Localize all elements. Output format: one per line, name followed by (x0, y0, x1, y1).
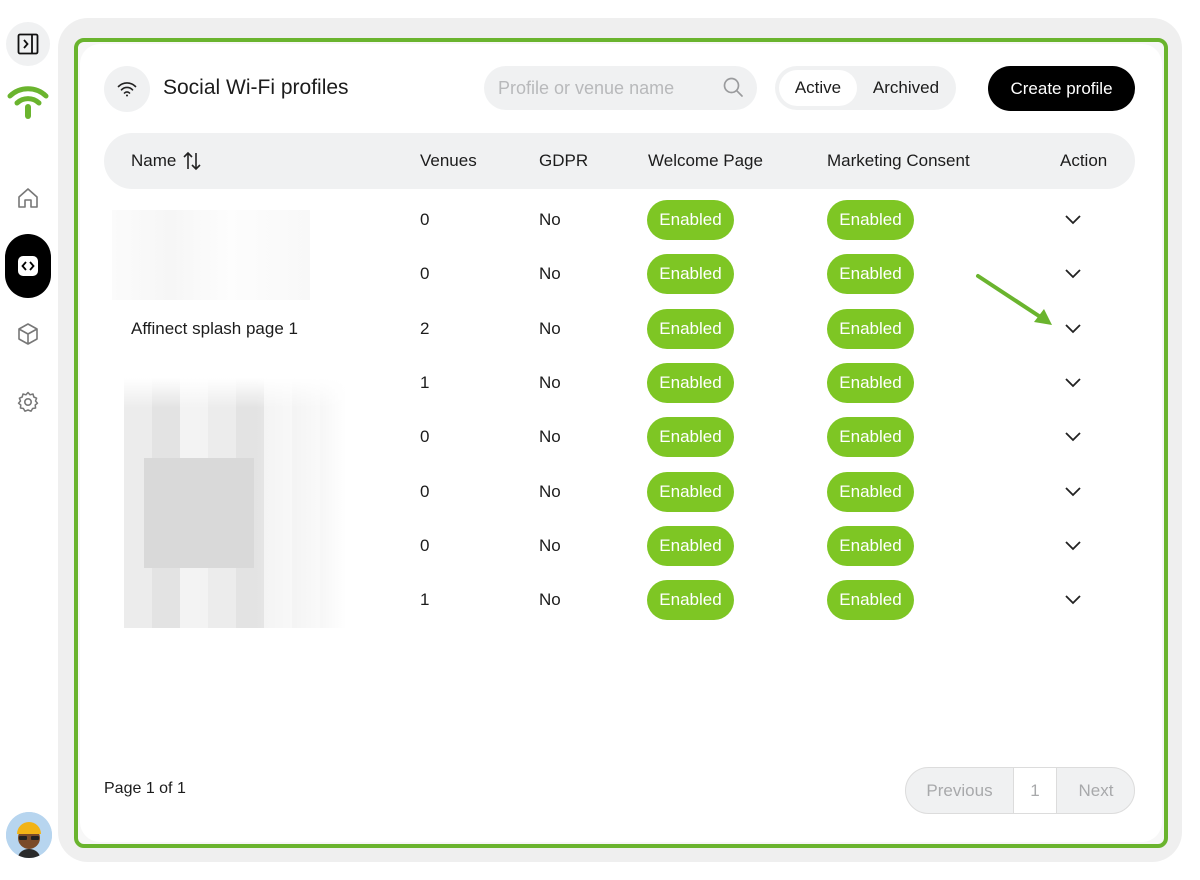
filter-active[interactable]: Active (779, 70, 857, 106)
chevron-down-icon[interactable] (1063, 591, 1083, 609)
filter-archived[interactable]: Archived (859, 70, 953, 106)
chevron-down-icon[interactable] (1063, 211, 1083, 229)
search-input[interactable] (484, 66, 757, 110)
page-indicator: Page 1 of 1 (104, 780, 186, 797)
cube-icon (18, 323, 38, 345)
nav-cube[interactable] (6, 312, 50, 356)
create-profile-button[interactable]: Create profile (988, 66, 1135, 111)
column-header-name[interactable]: Name (131, 133, 176, 189)
user-avatar-icon (6, 812, 52, 858)
pagination: Previous 1 Next (905, 767, 1135, 814)
row-venues: 0 (420, 264, 430, 283)
search-icon[interactable] (722, 76, 744, 98)
marketing-consent-badge: Enabled (827, 309, 914, 349)
row-venues: 0 (420, 427, 430, 446)
chevron-down-icon[interactable] (1063, 265, 1083, 283)
marketing-consent-badge: Enabled (827, 417, 914, 457)
table-header: Name Venues GDPR Welcome Page Marketing … (104, 133, 1135, 189)
home-icon (18, 188, 38, 208)
welcome-page-badge: Enabled (647, 363, 734, 403)
nav-home[interactable] (6, 176, 50, 220)
row-name: Affinect splash page 1 (131, 319, 298, 338)
column-header-welcome-page: Welcome Page (648, 151, 763, 170)
gear-icon (17, 391, 39, 412)
nav-settings[interactable] (6, 380, 50, 424)
welcome-page-badge: Enabled (647, 309, 734, 349)
marketing-consent-badge: Enabled (827, 254, 914, 294)
row-venues: 2 (420, 319, 430, 338)
welcome-page-badge: Enabled (647, 472, 734, 512)
code-icon (18, 256, 38, 276)
marketing-consent-badge: Enabled (827, 580, 914, 620)
marketing-consent-badge: Enabled (827, 363, 914, 403)
left-rail (0, 0, 56, 880)
row-gdpr: No (539, 264, 561, 283)
redacted-name-block (112, 210, 310, 300)
welcome-page-badge: Enabled (647, 526, 734, 566)
row-gdpr: No (539, 536, 561, 555)
header-wifi-badge (104, 66, 150, 112)
avatar[interactable] (6, 812, 52, 858)
nav-code[interactable] (5, 234, 51, 298)
chevron-down-icon[interactable] (1063, 428, 1083, 446)
row-venues: 0 (420, 210, 430, 229)
row-venues: 0 (420, 536, 430, 555)
row-gdpr: No (539, 319, 561, 338)
redaction-pixels (144, 458, 254, 568)
row-venues: 1 (420, 373, 430, 392)
welcome-page-badge: Enabled (647, 417, 734, 457)
redaction-fade (124, 378, 346, 408)
redaction-fade (256, 378, 346, 628)
row-gdpr: No (539, 427, 561, 446)
column-header-marketing-consent: Marketing Consent (827, 151, 970, 170)
status-filter: Active Archived (775, 66, 956, 110)
column-header-gdpr: GDPR (539, 151, 589, 170)
row-venues: 0 (420, 482, 430, 501)
sidebar-toggle-icon (17, 33, 39, 55)
page-number-button[interactable]: 1 (1013, 768, 1057, 813)
row-gdpr: No (539, 590, 561, 609)
row-gdpr: No (539, 373, 561, 392)
wifi-logo-icon (7, 86, 49, 119)
redacted-name-block (124, 378, 346, 628)
previous-page-button[interactable]: Previous (906, 768, 1013, 813)
chevron-down-icon[interactable] (1063, 483, 1083, 501)
page-title: Social Wi-Fi profiles (163, 76, 349, 99)
row-gdpr: No (539, 210, 561, 229)
annotation-arrow-icon (976, 274, 1052, 325)
column-header-venues: Venues (420, 151, 477, 170)
next-page-button[interactable]: Next (1057, 768, 1134, 813)
welcome-page-badge: Enabled (647, 200, 734, 240)
chevron-down-icon[interactable] (1063, 374, 1083, 392)
wifi-icon (117, 82, 137, 97)
welcome-page-badge: Enabled (647, 580, 734, 620)
chevron-down-icon[interactable] (1063, 320, 1083, 338)
marketing-consent-badge: Enabled (827, 200, 914, 240)
marketing-consent-badge: Enabled (827, 472, 914, 512)
row-gdpr: No (539, 482, 561, 501)
marketing-consent-badge: Enabled (827, 526, 914, 566)
sort-icon[interactable] (181, 150, 203, 172)
welcome-page-badge: Enabled (647, 254, 734, 294)
column-header-action: Action (1060, 151, 1108, 170)
sidebar-toggle-button[interactable] (6, 22, 50, 66)
row-venues: 1 (420, 590, 430, 609)
chevron-down-icon[interactable] (1063, 537, 1083, 555)
